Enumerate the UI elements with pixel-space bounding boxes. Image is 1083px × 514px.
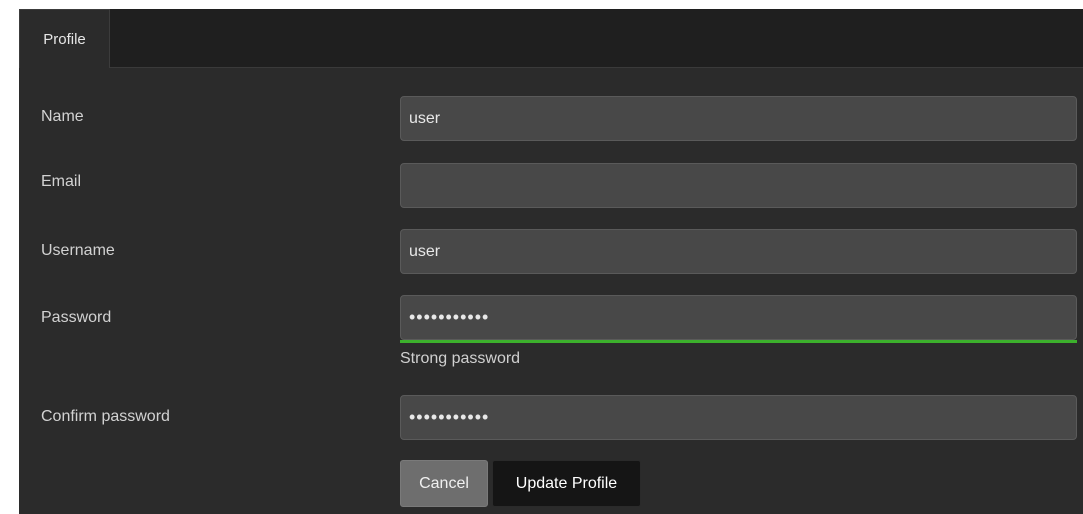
username-field[interactable] — [400, 229, 1077, 274]
name-label: Name — [41, 108, 84, 125]
name-field[interactable] — [400, 96, 1077, 141]
confirm-password-field[interactable] — [400, 395, 1077, 440]
email-label: Email — [41, 173, 82, 190]
update-profile-button[interactable]: Update Profile — [492, 460, 641, 507]
email-field[interactable] — [400, 163, 1077, 208]
password-strength-bar — [400, 340, 1077, 343]
tab-profile[interactable]: Profile — [19, 9, 110, 68]
confirm-password-label: Confirm password — [41, 408, 170, 425]
cancel-button[interactable]: Cancel — [400, 460, 488, 507]
profile-panel: Profile Name Email Username Password Str… — [19, 9, 1083, 514]
username-label: Username — [41, 242, 115, 259]
password-strength-text: Strong password — [400, 350, 521, 367]
tab-bar: Profile — [19, 9, 1083, 68]
password-label: Password — [41, 309, 112, 326]
password-field[interactable] — [400, 295, 1077, 340]
